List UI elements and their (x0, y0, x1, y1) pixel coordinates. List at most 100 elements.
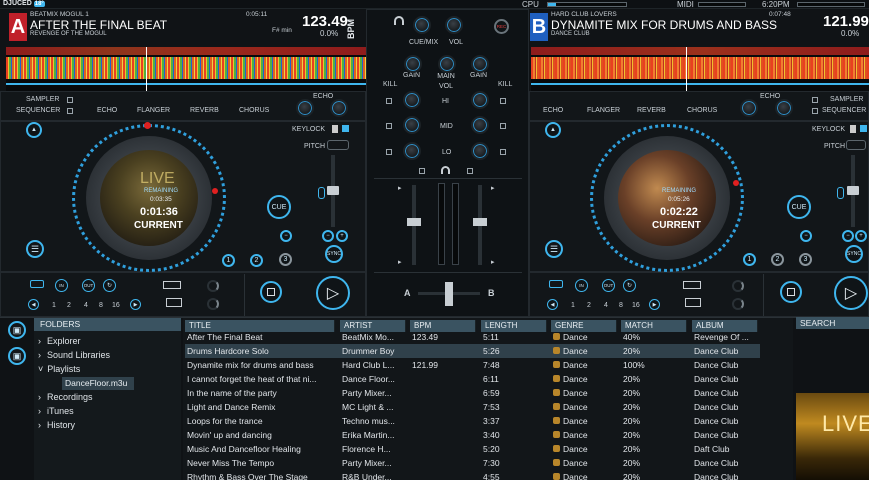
deck-a-keylock-toggle[interactable] (332, 125, 338, 133)
deck-b-pitch-minus[interactable]: − (842, 230, 854, 242)
deck-b-waveform[interactable] (531, 47, 869, 91)
deck-b-loop-size-4[interactable]: 8 (619, 302, 623, 309)
deck-a-loop-in-button[interactable]: IN (55, 279, 68, 292)
deck-b-loop-double[interactable]: ▶ (649, 299, 660, 310)
crossfader[interactable] (418, 282, 480, 306)
channel-a-fader[interactable] (407, 185, 421, 265)
kill-hi-a-checkbox[interactable] (386, 98, 392, 104)
deck-a-loop-size-4[interactable]: 8 (99, 302, 103, 309)
table-row[interactable]: I cannot forget the heat of that ni... Da… (185, 372, 760, 386)
deck-b-hotcue-1[interactable]: 1 (743, 253, 756, 266)
deck-b-loop-icon[interactable] (549, 280, 563, 288)
deck-a-pitch-slider[interactable] (327, 155, 339, 227)
deck-b-loop-size-1[interactable]: 1 (571, 302, 575, 309)
table-row[interactable]: Light and Dance Remix MC Light & ... 7:53 D… (185, 400, 760, 414)
deck-a-loop-double[interactable]: ▶ (130, 299, 141, 310)
deck-b-fx-2[interactable]: FLANGER (587, 107, 620, 114)
hi-a-knob[interactable] (403, 91, 421, 109)
record-button[interactable]: REC (494, 19, 509, 34)
deck-b-sampler-checkbox[interactable] (812, 97, 818, 103)
deck-a-loop-half[interactable]: ◀ (28, 299, 39, 310)
deck-b-play-button[interactable]: ▷ (834, 276, 868, 310)
headphone-cue-a-checkbox[interactable] (419, 168, 425, 174)
deck-a-loop-reloop-button[interactable]: ↻ (103, 279, 116, 292)
deck-a-loop-size-3[interactable]: 4 (84, 302, 88, 309)
gain-b-knob[interactable] (471, 55, 489, 73)
deck-a-loop-size-2[interactable]: 2 (67, 302, 71, 309)
deck-a-stop-button[interactable] (260, 281, 282, 303)
table-row[interactable]: Movin' up and dancing Erika Martin... 3:40… (185, 428, 760, 442)
deck-b-playlist-button[interactable]: ☰ (545, 240, 563, 258)
deck-a-eject-button[interactable]: ▲ (26, 122, 42, 138)
main-vol-knob[interactable] (438, 55, 456, 73)
table-row[interactable]: Dynamite mix for drums and bass Hard Club… (185, 358, 760, 372)
kill-hi-b-checkbox[interactable] (500, 98, 506, 104)
deck-a-waveform[interactable] (6, 47, 366, 91)
mid-a-knob[interactable] (403, 116, 421, 134)
deck-b-keylock-toggle[interactable] (850, 125, 856, 133)
folder-playlists[interactable]: ˅ Playlists (38, 364, 80, 374)
deck-b-scratch-icon[interactable] (685, 298, 701, 307)
playlist-dancefloor[interactable]: DanceFloor.m3u (62, 377, 134, 390)
table-row[interactable]: Drums Hardcore Solo Drummer Boy 5:26 Dance 2… (185, 344, 760, 358)
deck-b-loop-size-3[interactable]: 4 (604, 302, 608, 309)
deck-b-nudge-minus[interactable]: − (800, 230, 812, 242)
deck-b-loop-reloop-button[interactable]: ↻ (623, 279, 636, 292)
cue-mix-knob[interactable] (413, 16, 431, 34)
deck-a-loop-size-5[interactable]: 16 (112, 302, 120, 309)
search-header[interactable]: SEARCH (796, 317, 869, 329)
channel-b-fader[interactable] (473, 185, 487, 265)
deck-a-fx-3[interactable]: REVERB (190, 107, 219, 114)
deck-b-fx-4[interactable]: CHORUS (687, 107, 717, 114)
deck-a-play-button[interactable]: ▷ (316, 276, 350, 310)
deck-b-pitch-plus[interactable]: + (855, 230, 867, 242)
deck-a-nudge-minus[interactable]: − (280, 230, 292, 242)
load-deck-b-button[interactable]: ▣ (8, 347, 26, 365)
load-deck-a-button[interactable]: ▣ (8, 321, 26, 339)
deck-a-platter[interactable]: LIVE REMAINING 0:03:35 0:01:36 CURRENT (72, 124, 226, 272)
folder-recordings[interactable]: › Recordings (38, 392, 93, 402)
deck-b-eject-button[interactable]: ▲ (545, 122, 561, 138)
deck-a-hotcue-1[interactable]: 1 (222, 254, 235, 267)
deck-b-fx-3[interactable]: REVERB (637, 107, 666, 114)
gain-a-knob[interactable] (404, 55, 422, 73)
table-row[interactable]: Loops for the trance Techno mus... 3:37 Dan… (185, 414, 760, 428)
deck-b-fx-knob-1[interactable] (740, 99, 758, 117)
table-row[interactable]: Never Miss The Tempo Party Mixer... 7:30 Da… (185, 456, 760, 470)
table-row[interactable]: In the name of the party Party Mixer... 6:… (185, 386, 760, 400)
deck-b-loop-half[interactable]: ◀ (547, 299, 558, 310)
table-row[interactable]: Music And Dancefloor Healing Florence H..… (185, 442, 760, 456)
deck-b-beatjump-icon[interactable] (683, 281, 701, 289)
lo-a-knob[interactable] (403, 142, 421, 160)
kill-lo-b-checkbox[interactable] (500, 149, 506, 155)
deck-b-loop-size-2[interactable]: 2 (587, 302, 591, 309)
deck-a-loop-size-1[interactable]: 1 (52, 302, 56, 309)
deck-a-sync-button[interactable]: SYNC (325, 245, 343, 263)
deck-a-playlist-button[interactable]: ☰ (26, 240, 44, 258)
deck-a-sampler-checkbox[interactable] (67, 97, 73, 103)
kill-mid-a-checkbox[interactable] (386, 123, 392, 129)
folder-explorer[interactable]: › Explorer (38, 336, 81, 346)
deck-b-loop-in-button[interactable]: IN (575, 279, 588, 292)
deck-a-beatjump-icon[interactable] (163, 281, 181, 289)
table-row[interactable]: Rhythm & Bass Over The Stage R&B Under...… (185, 470, 760, 480)
kill-mid-b-checkbox[interactable] (500, 123, 506, 129)
deck-a-loop-out-button[interactable]: OUT (82, 279, 95, 292)
deck-a-scratch-icon[interactable] (166, 298, 182, 307)
deck-a-pitch-plus[interactable]: + (336, 230, 348, 242)
folder-itunes[interactable]: › iTunes (38, 406, 74, 416)
deck-a-fx-knob-1[interactable] (296, 99, 314, 117)
deck-b-pitch-slider[interactable] (847, 155, 859, 227)
deck-b-loop-out-button[interactable]: OUT (602, 279, 615, 292)
hi-b-knob[interactable] (471, 91, 489, 109)
deck-b-hotcue-2[interactable]: 2 (771, 253, 784, 266)
deck-a-fx-4[interactable]: CHORUS (239, 107, 269, 114)
deck-a-hotcue-2[interactable]: 2 (250, 254, 263, 267)
deck-a-pitch-bend-up[interactable] (318, 187, 325, 199)
deck-a-pitch-range-button[interactable] (327, 140, 349, 150)
deck-b-stop-button[interactable] (780, 281, 802, 303)
deck-a-cue-button[interactable]: CUE (267, 195, 291, 219)
headphone-cue-b-checkbox[interactable] (467, 168, 473, 174)
deck-b-platter[interactable]: REMAINING 0:05:26 0:02:22 CURRENT (590, 124, 744, 272)
table-row[interactable]: After The Final Beat BeatMix Mo... 123.49 5… (185, 330, 760, 344)
